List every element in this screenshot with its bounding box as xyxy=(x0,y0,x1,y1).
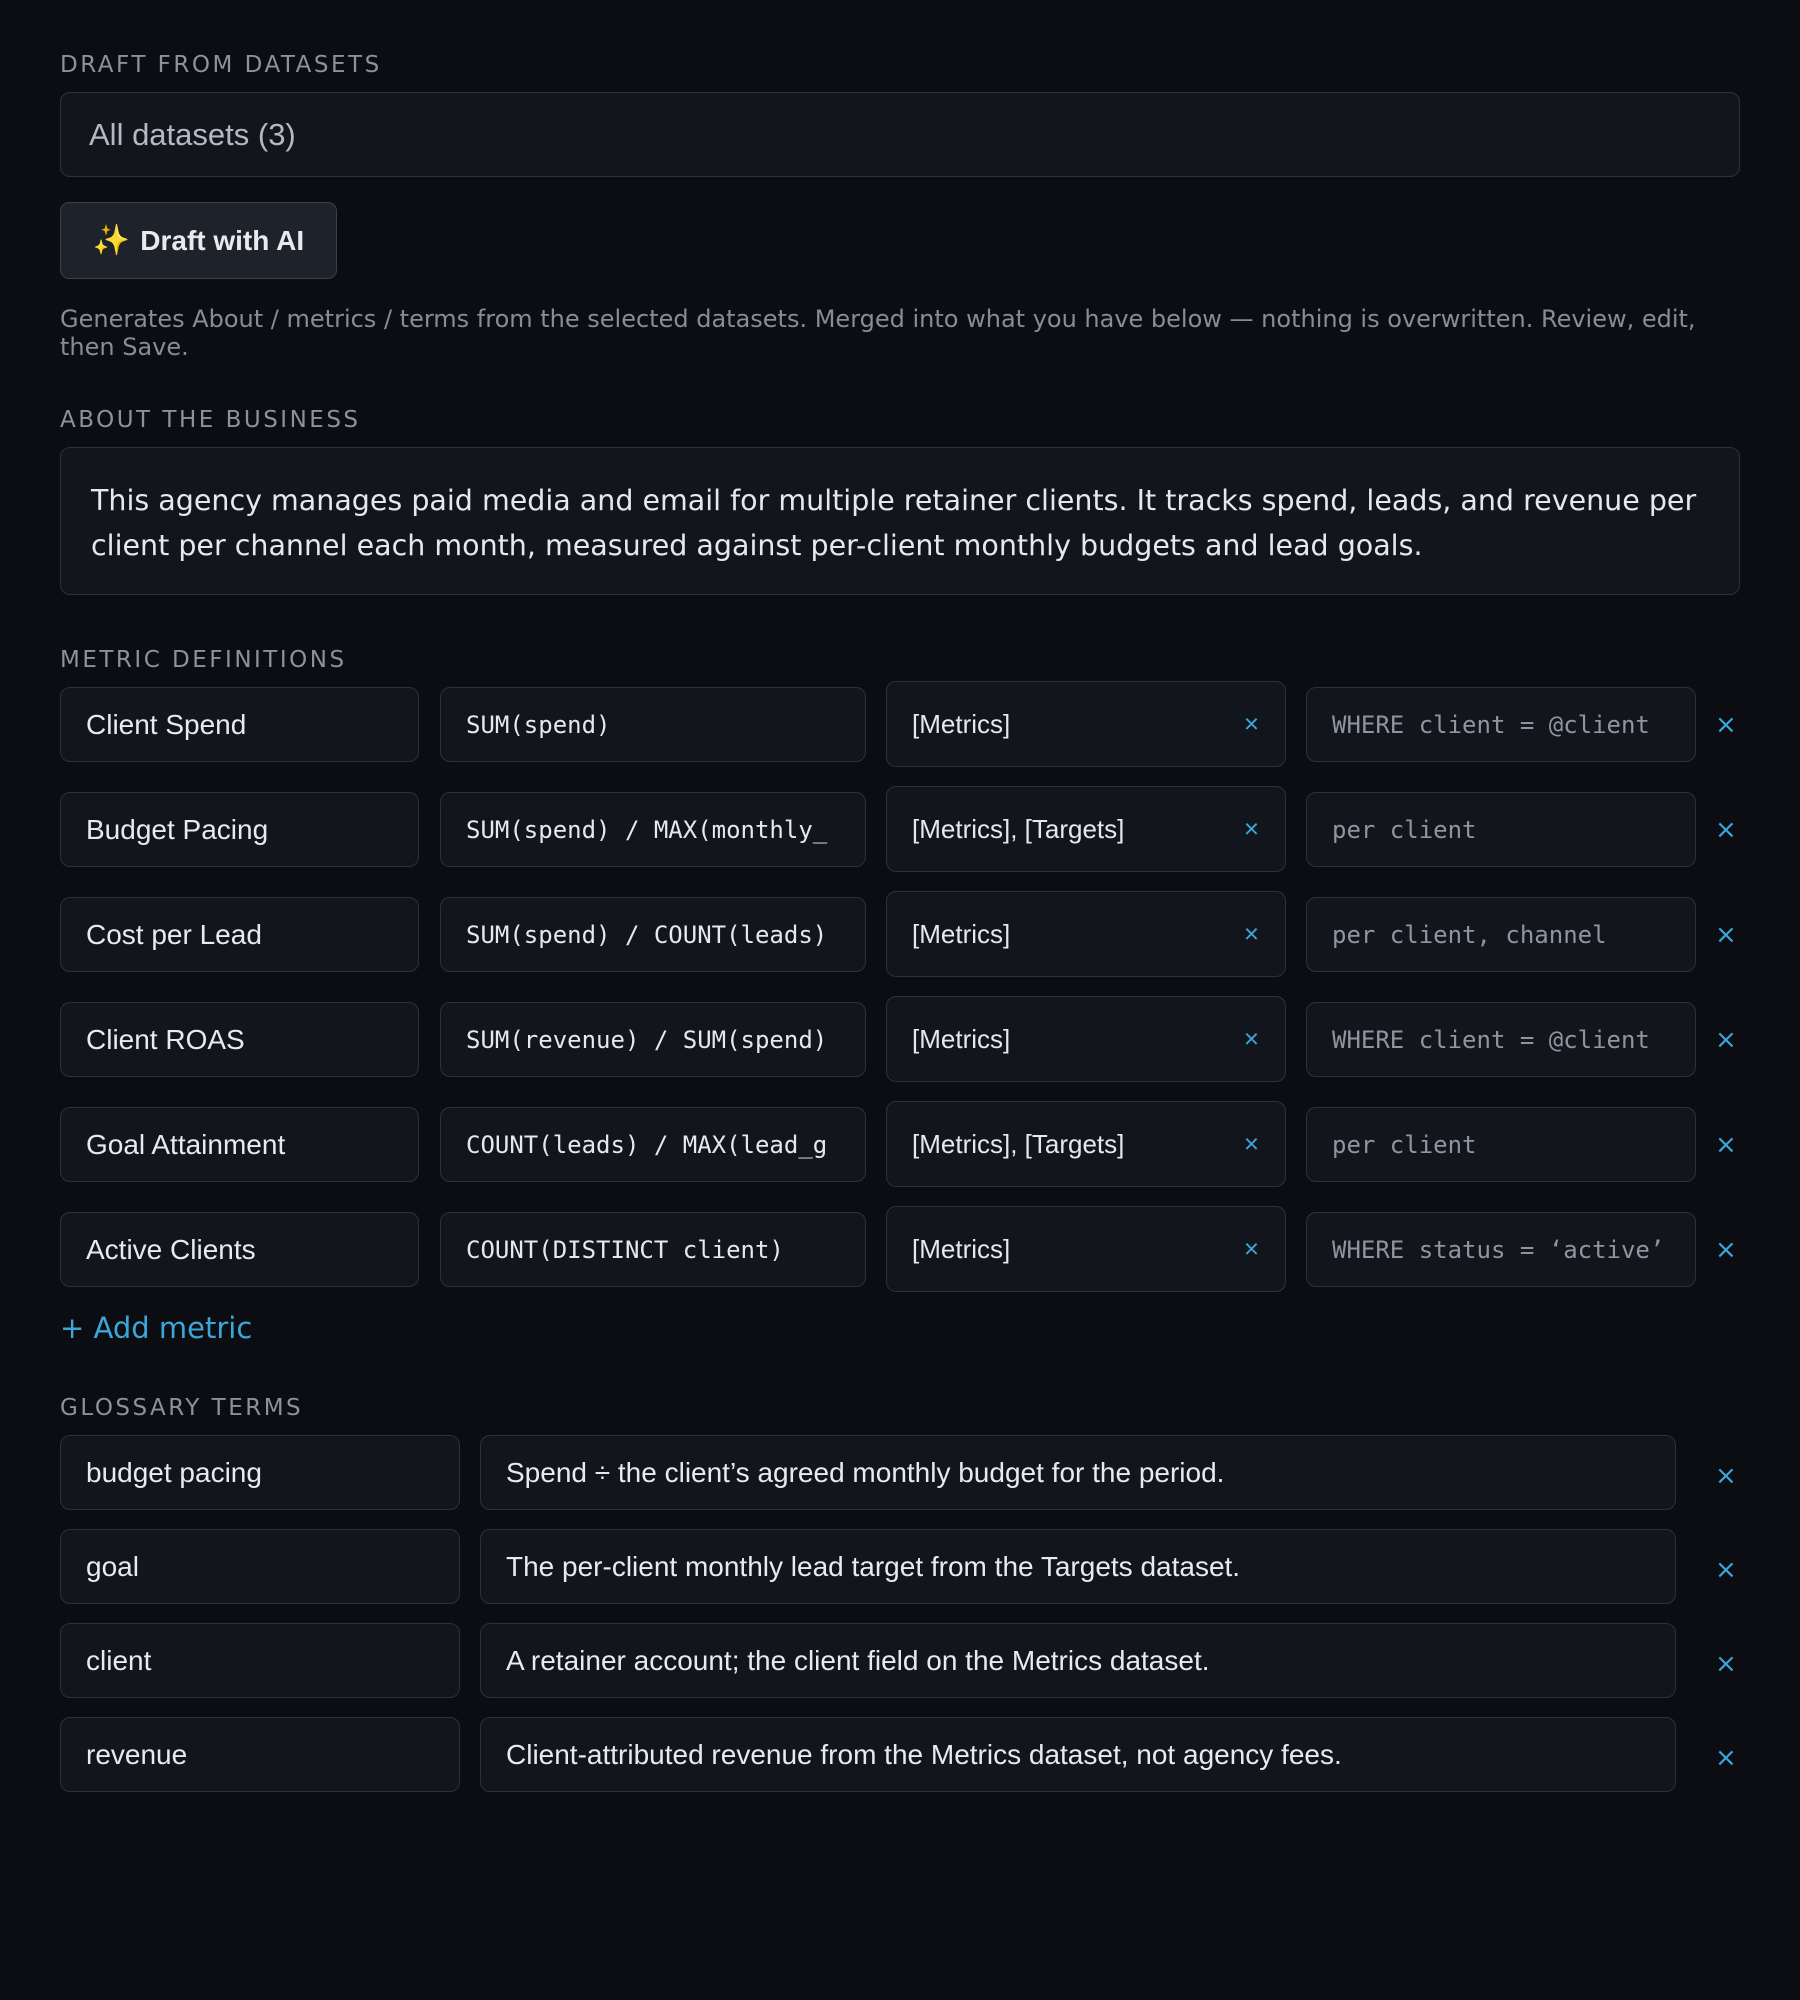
draft-with-ai-button[interactable]: ✨ Draft with AI xyxy=(60,202,337,279)
metric-row: Budget Pacing SUM(spend) / MAX(monthly_ … xyxy=(60,786,1740,897)
metric-filter-input[interactable]: WHERE client = @client xyxy=(1306,1002,1696,1077)
metric-datasets-value: [Metrics] xyxy=(912,708,1011,739)
glossary-list: budget pacing Spend ÷ the client’s agree… xyxy=(60,1435,1740,1811)
sparkles-icon: ✨ xyxy=(92,224,131,257)
remove-metric-icon[interactable]: × xyxy=(1715,687,1737,762)
metric-filter-input[interactable]: WHERE status = ‘active’ xyxy=(1306,1212,1696,1287)
about-business-textarea[interactable]: This agency manages paid media and email… xyxy=(60,447,1740,595)
glossary-term-input[interactable]: client xyxy=(60,1623,460,1698)
metric-datasets-value: [Metrics], [Targets] xyxy=(912,1128,1125,1159)
remove-term-icon[interactable]: × xyxy=(1715,1626,1737,1701)
clear-datasets-icon[interactable]: × xyxy=(1244,1234,1259,1265)
draft-section-label: DRAFT FROM DATASETS xyxy=(60,52,382,78)
metric-name-input[interactable]: Client Spend xyxy=(60,687,419,762)
glossary-definition-input[interactable]: A retainer account; the client field on … xyxy=(480,1623,1676,1698)
clear-datasets-icon[interactable]: × xyxy=(1244,814,1259,845)
metric-datasets-select[interactable]: [Metrics] × xyxy=(886,891,1286,977)
metric-datasets-value: [Metrics] xyxy=(912,1233,1011,1264)
metric-name-input[interactable]: Active Clients xyxy=(60,1212,419,1287)
clear-datasets-icon[interactable]: × xyxy=(1244,709,1259,740)
glossary-row: budget pacing Spend ÷ the client’s agree… xyxy=(60,1435,1740,1529)
glossary-term-input[interactable]: revenue xyxy=(60,1717,460,1792)
glossary-definition-input[interactable]: Client-attributed revenue from the Metri… xyxy=(480,1717,1676,1792)
metric-datasets-value: [Metrics] xyxy=(912,918,1011,949)
metric-datasets-select[interactable]: [Metrics] × xyxy=(886,996,1286,1082)
metric-filter-input[interactable]: WHERE client = @client xyxy=(1306,687,1696,762)
metric-formula-input[interactable]: SUM(spend) xyxy=(440,687,866,762)
remove-term-icon[interactable]: × xyxy=(1715,1438,1737,1513)
glossary-row: goal The per-client monthly lead target … xyxy=(60,1529,1740,1623)
metric-name-input[interactable]: Cost per Lead xyxy=(60,897,419,972)
metric-formula-input[interactable]: SUM(spend) / MAX(monthly_ xyxy=(440,792,866,867)
clear-datasets-icon[interactable]: × xyxy=(1244,1129,1259,1160)
remove-term-icon[interactable]: × xyxy=(1715,1720,1737,1795)
metric-datasets-select[interactable]: [Metrics], [Targets] × xyxy=(886,1101,1286,1187)
remove-metric-icon[interactable]: × xyxy=(1715,1212,1737,1287)
metric-filter-input[interactable]: per client xyxy=(1306,1107,1696,1182)
metrics-section-label: METRIC DEFINITIONS xyxy=(60,647,347,673)
metric-name-input[interactable]: Client ROAS xyxy=(60,1002,419,1077)
glossary-definition-input[interactable]: The per-client monthly lead target from … xyxy=(480,1529,1676,1604)
glossary-definition-input[interactable]: Spend ÷ the client’s agreed monthly budg… xyxy=(480,1435,1676,1510)
metric-formula-input[interactable]: COUNT(leads) / MAX(lead_g xyxy=(440,1107,866,1182)
metric-list: Client Spend SUM(spend) [Metrics] × WHER… xyxy=(60,681,1740,1317)
metric-datasets-select[interactable]: [Metrics], [Targets] × xyxy=(886,786,1286,872)
about-section-label: ABOUT THE BUSINESS xyxy=(60,407,361,433)
metric-formula-input[interactable]: SUM(revenue) / SUM(spend) xyxy=(440,1002,866,1077)
metric-datasets-value: [Metrics], [Targets] xyxy=(912,813,1125,844)
remove-term-icon[interactable]: × xyxy=(1715,1532,1737,1607)
remove-metric-icon[interactable]: × xyxy=(1715,1107,1737,1182)
metric-filter-input[interactable]: per client, channel xyxy=(1306,897,1696,972)
metric-row: Client ROAS SUM(revenue) / SUM(spend) [M… xyxy=(60,996,1740,1107)
metric-row: Client Spend SUM(spend) [Metrics] × WHER… xyxy=(60,681,1740,792)
metric-filter-input[interactable]: per client xyxy=(1306,792,1696,867)
remove-metric-icon[interactable]: × xyxy=(1715,1002,1737,1077)
page: DRAFT FROM DATASETS All datasets (3) ✨ D… xyxy=(0,0,1800,1811)
glossary-row: client A retainer account; the client fi… xyxy=(60,1623,1740,1717)
dataset-select[interactable]: All datasets (3) xyxy=(60,92,1740,177)
glossary-row: revenue Client-attributed revenue from t… xyxy=(60,1717,1740,1811)
metric-datasets-select[interactable]: [Metrics] × xyxy=(886,1206,1286,1292)
draft-help-text: Generates About / metrics / terms from t… xyxy=(60,305,1696,361)
draft-with-ai-label: Draft with AI xyxy=(140,224,305,256)
remove-metric-icon[interactable]: × xyxy=(1715,792,1737,867)
glossary-term-input[interactable]: goal xyxy=(60,1529,460,1604)
remove-metric-icon[interactable]: × xyxy=(1715,897,1737,972)
metric-row: Active Clients COUNT(DISTINCT client) [M… xyxy=(60,1206,1740,1317)
metric-formula-input[interactable]: SUM(spend) / COUNT(leads) xyxy=(440,897,866,972)
clear-datasets-icon[interactable]: × xyxy=(1244,919,1259,950)
glossary-term-input[interactable]: budget pacing xyxy=(60,1435,460,1510)
metric-datasets-select[interactable]: [Metrics] × xyxy=(886,681,1286,767)
metric-row: Goal Attainment COUNT(leads) / MAX(lead_… xyxy=(60,1101,1740,1212)
metric-formula-input[interactable]: COUNT(DISTINCT client) xyxy=(440,1212,866,1287)
metric-name-input[interactable]: Budget Pacing xyxy=(60,792,419,867)
glossary-section-label: GLOSSARY TERMS xyxy=(60,1395,304,1421)
metric-row: Cost per Lead SUM(spend) / COUNT(leads) … xyxy=(60,891,1740,1002)
clear-datasets-icon[interactable]: × xyxy=(1244,1024,1259,1055)
metric-datasets-value: [Metrics] xyxy=(912,1023,1011,1054)
metric-name-input[interactable]: Goal Attainment xyxy=(60,1107,419,1182)
